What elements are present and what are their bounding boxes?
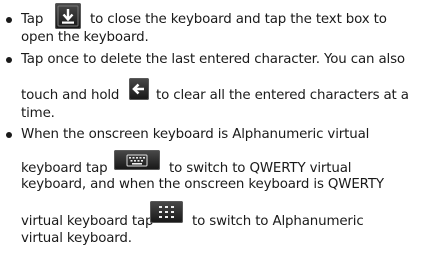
bullet-2-line-3: time. [21,106,55,121]
qwerty-keyboard-icon [114,150,160,170]
keyboard-hide-icon [55,3,81,29]
bullet-3-line-4-post: to switch to Alphanumeric [192,214,364,229]
bullet-1-line-1-post: to close the keyboard and tap the text b… [90,12,387,27]
bullet-3-line-2-pre: keyboard tap [21,161,108,176]
backspace-arrow-icon [129,78,149,100]
bullet-3-line-2-post: to switch to QWERTY virtual [169,161,352,176]
alphanumeric-keypad-icon [150,201,183,223]
bullet-2-line-1: Tap once to delete the last entered char… [21,52,405,67]
bullet-1-line-1-pre: Tap [21,12,44,27]
bullet-2-line-2-pre: touch and hold [21,88,120,103]
bullet-3-line-3: keyboard, and when the onscreen keyboard… [21,177,384,192]
bullet-3-line-1: When the onscreen keyboard is Alphanumer… [21,127,370,142]
bullet-dot [6,17,12,23]
bullet-1-line-2: open the keyboard. [21,30,149,45]
bullet-2-line-2-post: to clear all the entered characters at a [156,88,409,103]
bullet-dot [6,57,12,63]
bullet-3-line-5: virtual keyboard. [21,231,132,246]
bullet-dot [6,132,12,138]
bullet-3-line-4-pre: virtual keyboard tap [21,214,154,229]
